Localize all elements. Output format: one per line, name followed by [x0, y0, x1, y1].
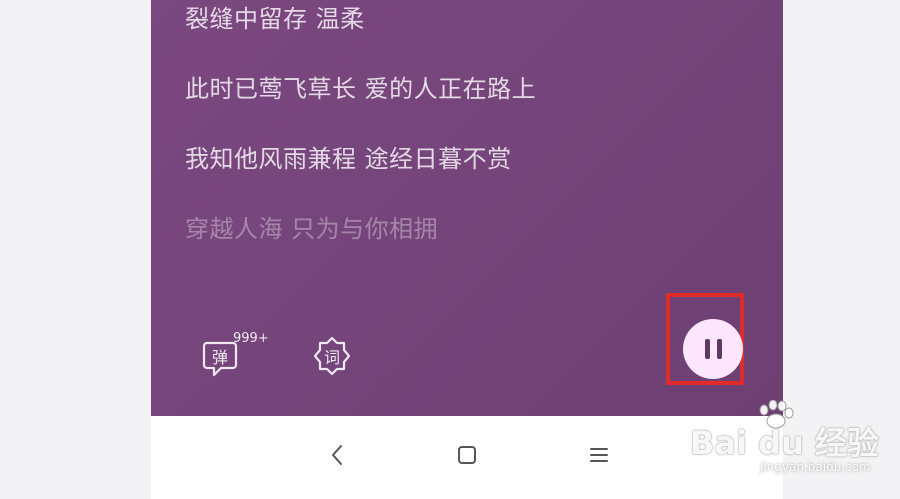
danmu-count-badge: 999+: [233, 331, 269, 346]
pause-icon: [716, 339, 722, 359]
home-square-icon: [458, 446, 476, 464]
menu-lines-icon: [590, 448, 608, 462]
music-player-lyrics-view: 裂缝中留存 温柔 此时已莺飞草长 爱的人正在路上 我知他风雨兼程 途经日暮不赏 …: [151, 0, 783, 416]
system-navigation-bar: [151, 416, 783, 493]
screenshot-stage: 裂缝中留存 温柔 此时已莺飞草长 爱的人正在路上 我知他风雨兼程 途经日暮不赏 …: [0, 0, 900, 499]
lyrics-label: 词: [323, 348, 340, 367]
home-button[interactable]: [448, 436, 486, 474]
pause-button[interactable]: [683, 319, 743, 379]
back-chevron-icon: [332, 445, 342, 465]
back-button[interactable]: [319, 436, 357, 474]
menu-button[interactable]: [580, 436, 618, 474]
lyrics-toggle-button[interactable]: 词: [311, 335, 353, 377]
lyric-line: 裂缝中留存 温柔: [185, 5, 365, 33]
pause-icon: [704, 339, 710, 359]
lyric-line: 我知他风雨兼程 途经日暮不赏: [185, 145, 512, 173]
phone-screen: 裂缝中留存 温柔 此时已莺飞草长 爱的人正在路上 我知他风雨兼程 途经日暮不赏 …: [151, 0, 783, 499]
lyric-line-upcoming: 穿越人海 只为与你相拥: [185, 215, 439, 243]
lyric-line: 此时已莺飞草长 爱的人正在路上: [185, 75, 537, 103]
